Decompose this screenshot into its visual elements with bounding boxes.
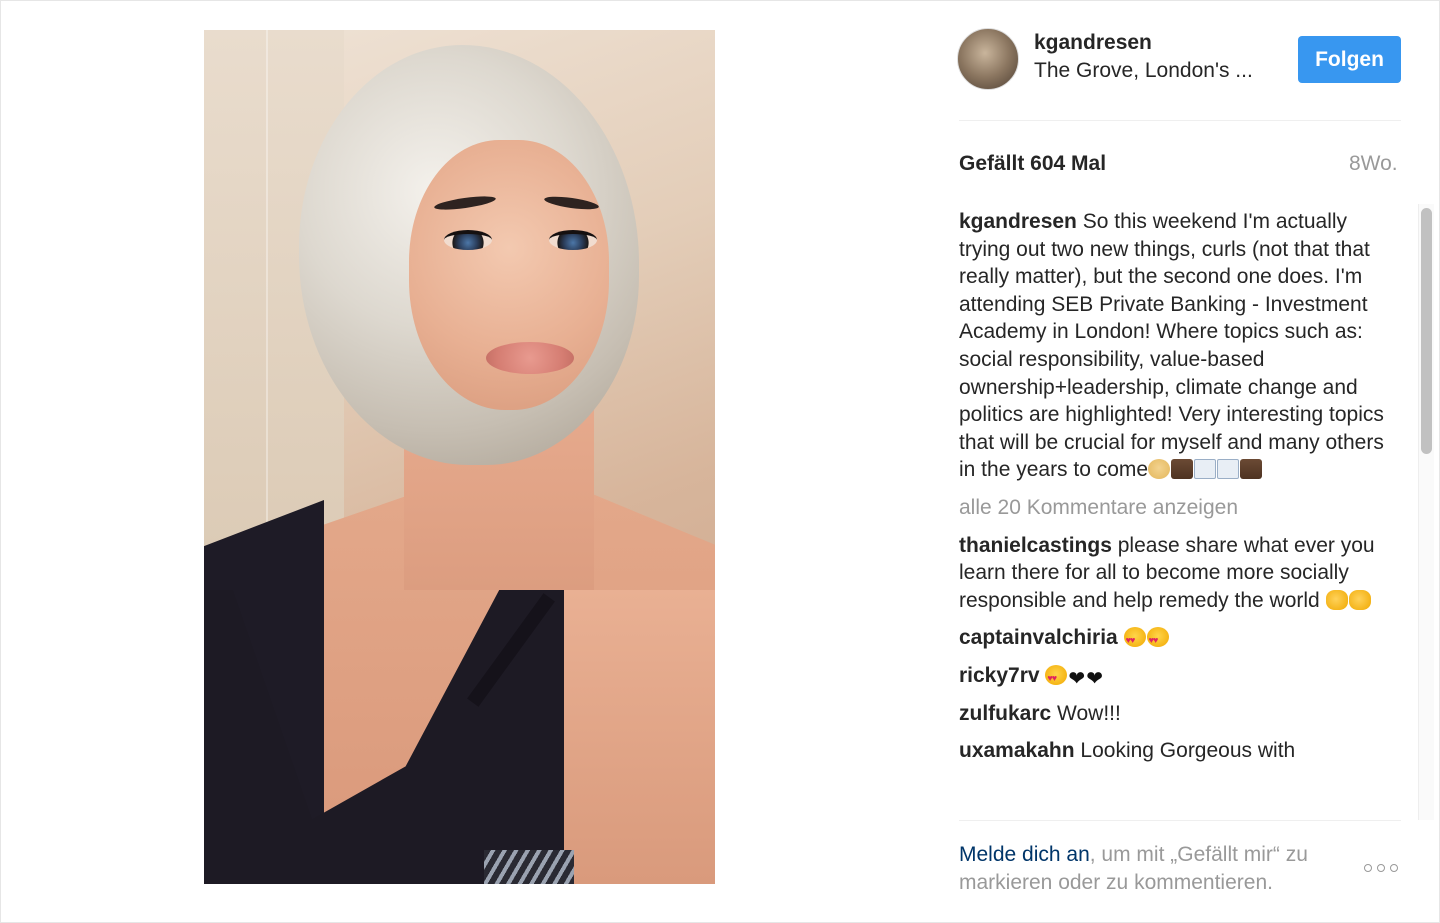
caption: kgandresen So this weekend I'm actually … (959, 208, 1399, 484)
post-photo[interactable] (204, 30, 715, 884)
more-options-icon[interactable] (1364, 858, 1402, 878)
caption-text: So this weekend I'm actually trying out … (959, 210, 1384, 482)
view-all-comments-link[interactable]: alle 20 Kommentare anzeigen (959, 494, 1399, 522)
header-divider (959, 120, 1401, 121)
comment-username[interactable]: thanielcastings (959, 534, 1112, 557)
post-username[interactable]: kgandresen (1034, 31, 1152, 55)
bar-chart-emoji-icon (1217, 459, 1240, 480)
avatar[interactable] (957, 28, 1019, 90)
comment-text: Wow!!! (1057, 701, 1121, 725)
black-heart-emoji-icon: ❤ (1086, 667, 1103, 690)
comment-item: thanielcastings please share what ever y… (959, 532, 1399, 615)
chart-down-emoji-icon (1194, 459, 1217, 480)
thumbs-up-emoji-icon (1348, 589, 1371, 610)
comments-list[interactable]: kgandresen So this weekend I'm actually … (959, 208, 1399, 820)
comment-item: ricky7rv ❤❤ (959, 662, 1399, 693)
footer-divider (959, 820, 1401, 821)
comment-username[interactable]: zulfukarc (959, 702, 1051, 725)
thumbs-up-emoji-icon (1325, 589, 1348, 610)
face-emoji-icon (1148, 459, 1171, 480)
heart-eyes-emoji-icon (1146, 627, 1169, 655)
post-location[interactable]: The Grove, London's ... (1034, 59, 1253, 83)
comments-scrollbar-thumb[interactable] (1421, 208, 1432, 454)
login-prompt: Melde dich an, um mit „Gefällt mir“ zu m… (959, 841, 1359, 897)
heart-eyes-emoji-icon (1123, 627, 1146, 655)
heart-eyes-emoji-icon (1045, 664, 1068, 693)
briefcase-emoji-icon (1240, 459, 1263, 480)
comment-text: Looking Gorgeous with (1080, 739, 1296, 763)
login-link[interactable]: Melde dich an (959, 843, 1090, 866)
likes-count[interactable]: Gefällt 604 Mal (959, 152, 1106, 176)
follow-button[interactable]: Folgen (1298, 36, 1401, 83)
post-age[interactable]: 8Wo. (1349, 152, 1398, 176)
comment-username[interactable]: ricky7rv (959, 664, 1040, 687)
briefcase-emoji-icon (1171, 459, 1194, 480)
comment-item: uxamakahn Looking Gorgeous with (959, 737, 1399, 765)
comment-item: zulfukarc Wow!!! (959, 700, 1399, 728)
caption-username[interactable]: kgandresen (959, 210, 1077, 233)
comment-username[interactable]: captainvalchiria (959, 626, 1118, 649)
black-heart-emoji-icon: ❤ (1068, 667, 1086, 690)
comment-username[interactable]: uxamakahn (959, 739, 1075, 762)
comment-item: captainvalchiria (959, 624, 1399, 655)
